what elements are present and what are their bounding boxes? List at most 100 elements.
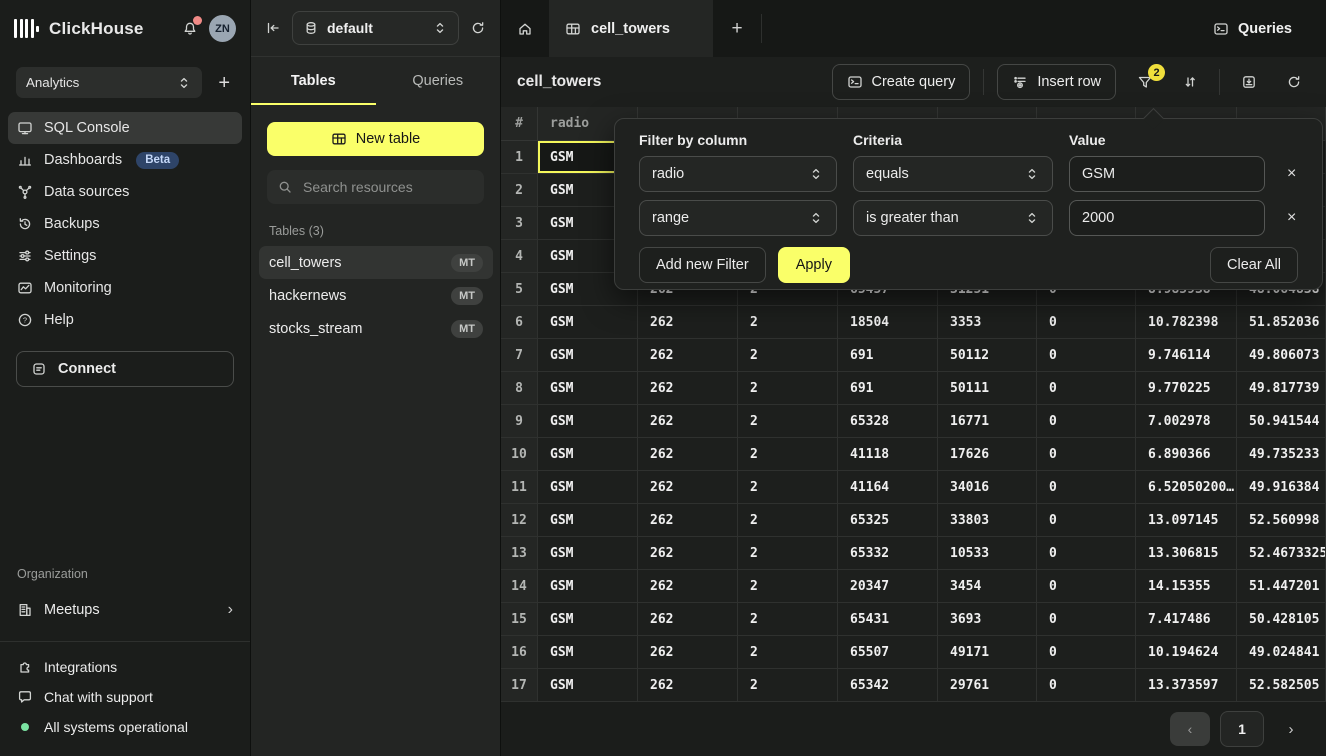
sidebar-item-help[interactable]: ? Help bbox=[8, 304, 242, 336]
row-number-cell[interactable]: 15 bbox=[501, 603, 538, 636]
data-cell[interactable]: 6.890366 bbox=[1136, 438, 1237, 471]
data-cell[interactable]: 262 bbox=[638, 669, 738, 702]
row-number-cell[interactable]: 16 bbox=[501, 636, 538, 669]
apply-filters-button[interactable]: Apply bbox=[778, 247, 850, 283]
notifications-bell-icon[interactable] bbox=[179, 18, 201, 40]
filter-criteria-select[interactable]: is greater than bbox=[853, 200, 1053, 236]
data-cell[interactable]: 20347 bbox=[838, 570, 938, 603]
filter-column-select[interactable]: radio bbox=[639, 156, 837, 192]
data-cell[interactable]: 13.373597 bbox=[1136, 669, 1237, 702]
sidebar-item-meetups[interactable]: Meetups › bbox=[0, 593, 250, 627]
data-cell[interactable]: 65325 bbox=[838, 504, 938, 537]
tab-tables[interactable]: Tables bbox=[251, 57, 376, 105]
row-number-cell[interactable]: 10 bbox=[501, 438, 538, 471]
connect-button[interactable]: Connect bbox=[16, 351, 234, 387]
data-cell[interactable]: 49.806073 bbox=[1237, 339, 1326, 372]
data-cell[interactable]: GSM bbox=[538, 438, 638, 471]
data-cell[interactable]: 262 bbox=[638, 405, 738, 438]
integrations-link[interactable]: Integrations bbox=[0, 652, 250, 682]
data-cell[interactable]: 52.582505 bbox=[1237, 669, 1326, 702]
filter-value-input[interactable] bbox=[1069, 200, 1265, 236]
filter-button[interactable]: 2 bbox=[1129, 65, 1161, 99]
row-number-cell[interactable]: 1 bbox=[501, 141, 538, 174]
remove-filter-button[interactable]: × bbox=[1281, 163, 1302, 185]
data-cell[interactable]: 262 bbox=[638, 306, 738, 339]
new-tab-button[interactable]: + bbox=[713, 0, 761, 57]
row-number-cell[interactable]: 5 bbox=[501, 273, 538, 306]
data-cell[interactable]: 33803 bbox=[938, 504, 1037, 537]
data-cell[interactable]: 2 bbox=[738, 669, 838, 702]
new-table-button[interactable]: New table bbox=[267, 122, 484, 156]
data-cell[interactable]: 2 bbox=[738, 306, 838, 339]
row-number-cell[interactable]: 12 bbox=[501, 504, 538, 537]
data-cell[interactable]: 50111 bbox=[938, 372, 1037, 405]
data-cell[interactable]: GSM bbox=[538, 306, 638, 339]
data-cell[interactable]: 0 bbox=[1037, 306, 1136, 339]
data-cell[interactable]: 29761 bbox=[938, 669, 1037, 702]
row-number-header[interactable]: # bbox=[501, 107, 538, 141]
table-list-item-stocks-stream[interactable]: stocks_stream MT bbox=[259, 312, 493, 345]
data-cell[interactable]: 9.770225 bbox=[1136, 372, 1237, 405]
data-cell[interactable]: 7.002978 bbox=[1136, 405, 1237, 438]
data-cell[interactable]: 262 bbox=[638, 537, 738, 570]
refresh-data-button[interactable] bbox=[1278, 65, 1310, 99]
data-cell[interactable]: GSM bbox=[538, 504, 638, 537]
row-number-cell[interactable]: 9 bbox=[501, 405, 538, 438]
table-list-item-hackernews[interactable]: hackernews MT bbox=[259, 279, 493, 312]
pagination-prev-button[interactable]: ‹ bbox=[1170, 712, 1210, 746]
data-cell[interactable]: 2 bbox=[738, 570, 838, 603]
data-cell[interactable]: 2 bbox=[738, 372, 838, 405]
data-cell[interactable]: 0 bbox=[1037, 669, 1136, 702]
data-cell[interactable]: 0 bbox=[1037, 504, 1136, 537]
data-cell[interactable]: GSM bbox=[538, 471, 638, 504]
filter-criteria-select[interactable]: equals bbox=[853, 156, 1053, 192]
refresh-tables-button[interactable] bbox=[470, 20, 486, 36]
search-resources-input[interactable] bbox=[301, 178, 474, 196]
clear-all-filters-button[interactable]: Clear All bbox=[1210, 247, 1298, 283]
sidebar-item-dashboards[interactable]: Dashboards Beta bbox=[8, 144, 242, 176]
collapse-panel-button[interactable] bbox=[265, 20, 281, 36]
data-cell[interactable]: 262 bbox=[638, 636, 738, 669]
data-cell[interactable]: 3454 bbox=[938, 570, 1037, 603]
data-cell[interactable]: 41118 bbox=[838, 438, 938, 471]
data-cell[interactable]: GSM bbox=[538, 405, 638, 438]
row-number-cell[interactable]: 4 bbox=[501, 240, 538, 273]
data-cell[interactable]: GSM bbox=[538, 570, 638, 603]
sidebar-item-settings[interactable]: Settings bbox=[8, 240, 242, 272]
data-cell[interactable]: 2 bbox=[738, 636, 838, 669]
data-cell[interactable]: 51.852036 bbox=[1237, 306, 1326, 339]
home-tab-button[interactable] bbox=[501, 0, 549, 57]
data-cell[interactable]: 9.746114 bbox=[1136, 339, 1237, 372]
row-number-cell[interactable]: 3 bbox=[501, 207, 538, 240]
row-number-cell[interactable]: 2 bbox=[501, 174, 538, 207]
data-cell[interactable]: 51.447201 bbox=[1237, 570, 1326, 603]
row-number-cell[interactable]: 14 bbox=[501, 570, 538, 603]
data-cell[interactable]: 0 bbox=[1037, 405, 1136, 438]
data-cell[interactable]: 0 bbox=[1037, 636, 1136, 669]
data-cell[interactable]: 49.916384 bbox=[1237, 471, 1326, 504]
data-cell[interactable]: 13.306815 bbox=[1136, 537, 1237, 570]
data-cell[interactable]: 6.52050200… bbox=[1136, 471, 1237, 504]
row-number-cell[interactable]: 6 bbox=[501, 306, 538, 339]
data-cell[interactable]: 65431 bbox=[838, 603, 938, 636]
data-cell[interactable]: GSM bbox=[538, 537, 638, 570]
create-query-button[interactable]: Create query bbox=[832, 64, 971, 100]
data-cell[interactable]: 3693 bbox=[938, 603, 1037, 636]
data-cell[interactable]: 262 bbox=[638, 372, 738, 405]
data-cell[interactable]: 2 bbox=[738, 537, 838, 570]
row-number-cell[interactable]: 13 bbox=[501, 537, 538, 570]
data-cell[interactable]: GSM bbox=[538, 636, 638, 669]
remove-filter-button[interactable]: × bbox=[1281, 207, 1302, 229]
filter-value-input[interactable] bbox=[1069, 156, 1265, 192]
data-cell[interactable]: 41164 bbox=[838, 471, 938, 504]
data-cell[interactable]: GSM bbox=[538, 372, 638, 405]
queries-button[interactable]: Queries bbox=[1207, 0, 1298, 57]
user-avatar[interactable]: ZN bbox=[209, 15, 236, 42]
sidebar-item-backups[interactable]: Backups bbox=[8, 208, 242, 240]
data-cell[interactable]: 65507 bbox=[838, 636, 938, 669]
data-cell[interactable]: 65328 bbox=[838, 405, 938, 438]
row-number-cell[interactable]: 7 bbox=[501, 339, 538, 372]
database-selector[interactable]: default bbox=[292, 11, 459, 45]
data-cell[interactable]: 262 bbox=[638, 504, 738, 537]
data-cell[interactable]: 2 bbox=[738, 405, 838, 438]
